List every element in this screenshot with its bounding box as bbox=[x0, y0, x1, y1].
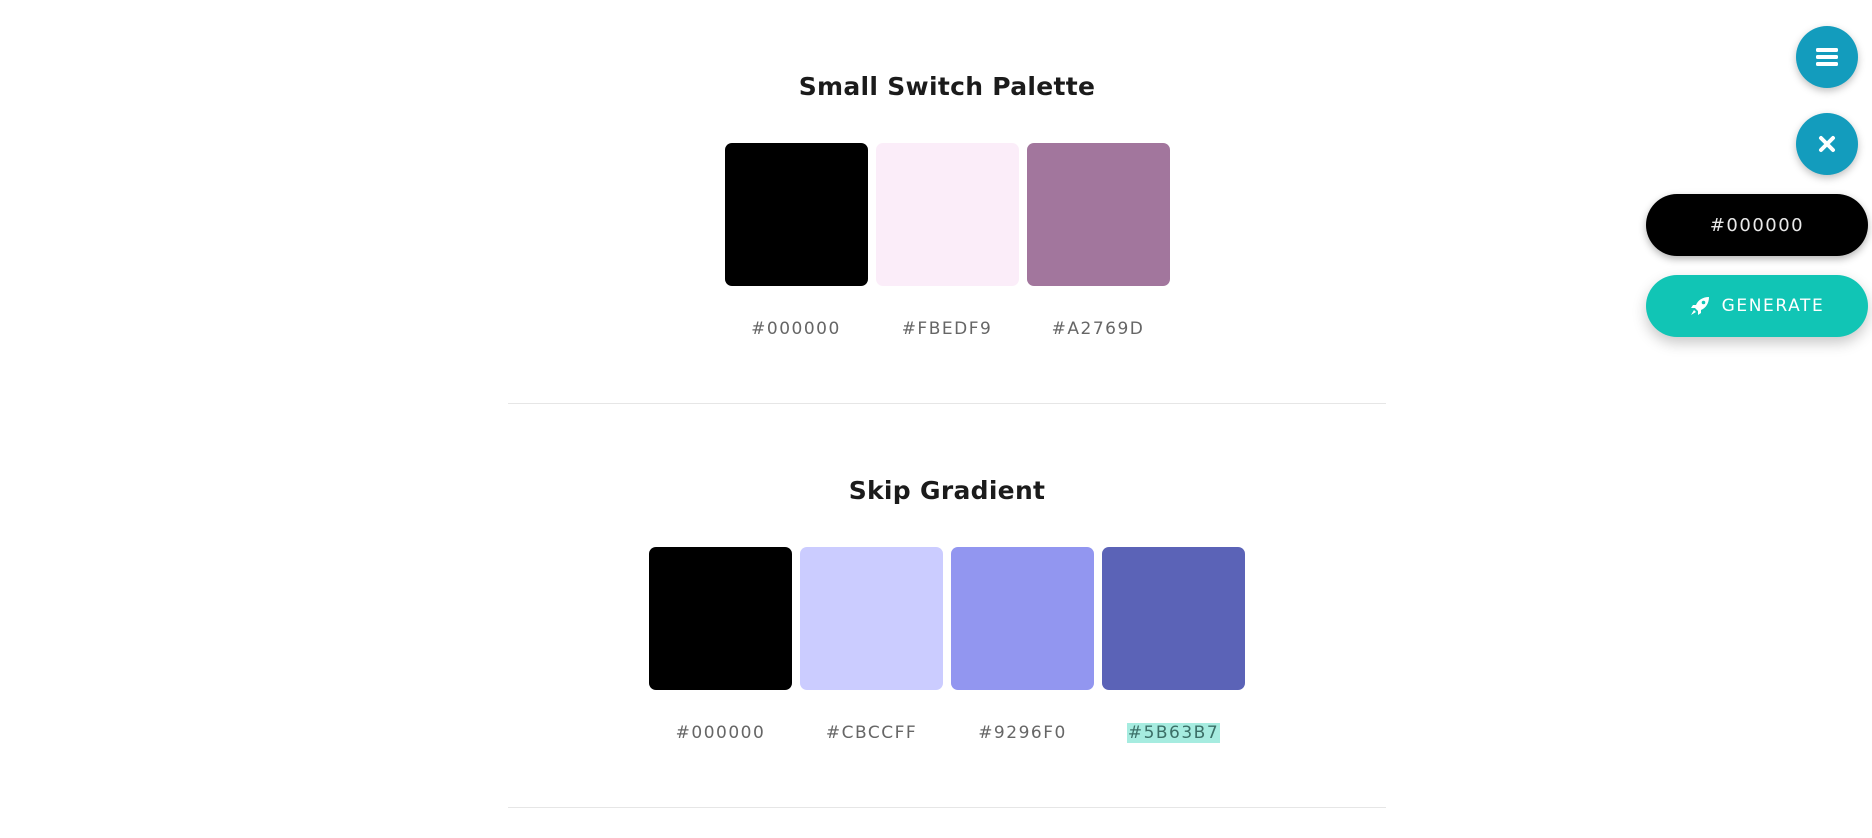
color-swatch[interactable] bbox=[875, 143, 1019, 286]
color-input[interactable]: #000000 bbox=[1646, 194, 1868, 256]
selected-text-highlight: #5B63B7 bbox=[1126, 723, 1221, 743]
generate-button[interactable]: GENERATE bbox=[1646, 275, 1868, 337]
palette-section-skip-gradient: Skip Gradient #000000 #CBCCFF #9296F0 #5… bbox=[508, 475, 1386, 744]
menu-icon bbox=[1816, 48, 1838, 66]
section-divider bbox=[508, 403, 1386, 404]
palette-title: Small Switch Palette bbox=[798, 72, 1096, 101]
generate-label: GENERATE bbox=[1721, 296, 1825, 316]
close-icon bbox=[1819, 136, 1835, 152]
swatch-row bbox=[508, 547, 1386, 690]
hex-row: #000000 #FBEDF9 #A2769D bbox=[508, 318, 1386, 340]
hex-code[interactable]: #9296F0 bbox=[951, 722, 1094, 744]
color-swatch[interactable] bbox=[800, 547, 943, 690]
color-swatch[interactable] bbox=[951, 547, 1094, 690]
section-divider bbox=[508, 807, 1386, 808]
palette-title: Skip Gradient bbox=[848, 476, 1046, 505]
hex-row: #000000 #CBCCFF #9296F0 #5B63B7 bbox=[508, 722, 1386, 744]
rocket-icon bbox=[1690, 297, 1709, 315]
hex-code[interactable]: #FBEDF9 bbox=[876, 318, 1019, 340]
color-swatch[interactable] bbox=[724, 143, 868, 286]
hex-code[interactable]: #000000 bbox=[649, 722, 792, 744]
hex-code[interactable]: #A2769D bbox=[1027, 318, 1170, 340]
color-swatch[interactable] bbox=[1102, 547, 1245, 690]
hex-code[interactable]: #000000 bbox=[725, 318, 868, 340]
swatch-row bbox=[508, 143, 1386, 286]
hex-code[interactable]: #CBCCFF bbox=[800, 722, 943, 744]
menu-button[interactable] bbox=[1796, 26, 1858, 88]
hex-code-selected[interactable]: #5B63B7 bbox=[1102, 722, 1245, 744]
page: Small Switch Palette #000000 #FBEDF9 #A2… bbox=[0, 0, 1872, 838]
color-swatch[interactable] bbox=[649, 547, 792, 690]
palette-section-small-switch: Small Switch Palette #000000 #FBEDF9 #A2… bbox=[508, 71, 1386, 340]
close-button[interactable] bbox=[1796, 113, 1858, 175]
color-swatch[interactable] bbox=[1026, 143, 1170, 286]
